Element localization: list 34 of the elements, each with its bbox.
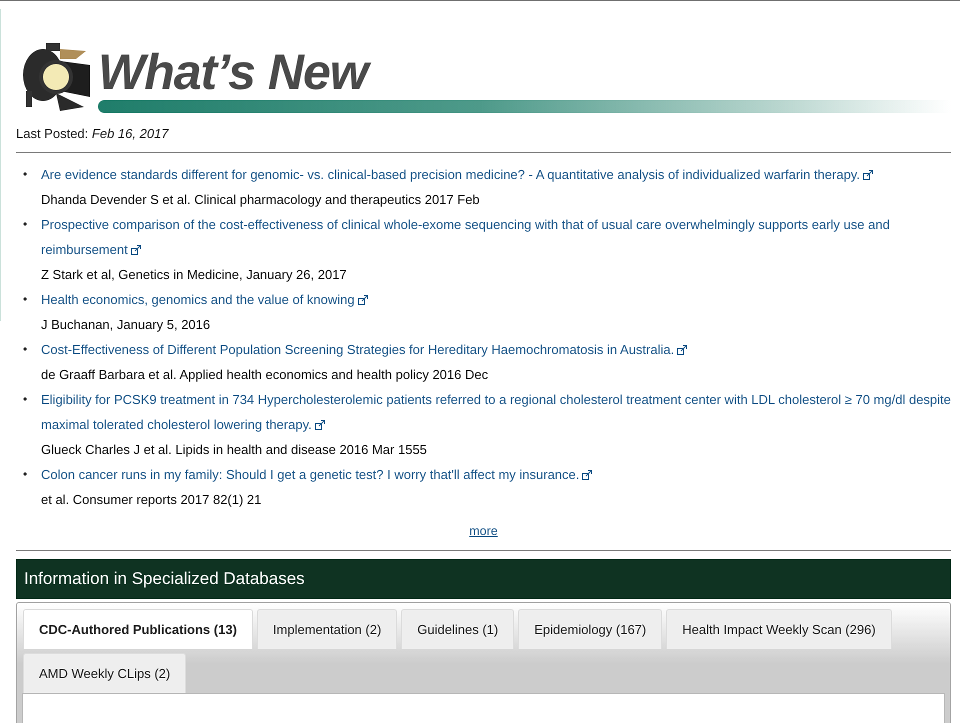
tab[interactable]: Guidelines (1) xyxy=(401,609,514,649)
article-citation: Dhanda Devender S et al. Clinical pharmacology and therapeutics 2017 Feb xyxy=(41,191,481,209)
article-citation: Glueck Charles J et al. Lipids in health and disease 2016 Mar 1555 xyxy=(41,441,428,459)
article-citation: Z Stark et al, Genetics in Medicine, January 26, 2017 xyxy=(41,266,348,284)
article-link[interactable]: Colon cancer runs in my family: Should I get a genetic test? I worry that'll affect my insurance. xyxy=(41,462,951,487)
tab[interactable]: AMD Weekly CLips (2) xyxy=(23,653,186,693)
external-link-icon xyxy=(358,295,368,305)
external-link-icon xyxy=(314,420,325,430)
bullet: • xyxy=(23,466,28,483)
article-citation: et al. Consumer reports 2017 82(1) 21 xyxy=(41,491,262,509)
bullet: • xyxy=(23,341,28,358)
article-link[interactable]: Prospective comparison of the cost-effectiveness of clinical whole-exome sequencing with that of usual care overwhelmingly supports early use and reimbursement xyxy=(41,212,951,262)
external-link-icon xyxy=(862,170,873,180)
section-header: Information in Specialized Databases xyxy=(16,559,951,599)
page-title: What’s New xyxy=(98,46,951,98)
external-link-icon xyxy=(677,345,688,355)
article-link[interactable]: Eligibility for PCSK9 treatment in 734 Hypercholesterolemic patients referred to a regional cholesterol treatment center with LDL cholesterol ≥ 70 mg/dl despite maximal tolerated cholesterol lowering therapy. xyxy=(41,387,951,437)
article-link[interactable]: Health economics, genomics and the value of knowing xyxy=(41,287,951,312)
external-link-icon xyxy=(130,245,141,255)
tab[interactable]: Implementation (2) xyxy=(256,609,398,649)
external-link-icon xyxy=(582,470,592,480)
last-posted-text: Last Posted: Feb 16, 2017 xyxy=(16,126,951,153)
bullet: • xyxy=(23,391,28,408)
bullet: • xyxy=(23,291,28,308)
article-link[interactable]: Are evidence standards different for genomic- vs. clinical-based precision medicine? - A quantitative analysis of individualized warfarin therapy. xyxy=(41,162,951,187)
tab[interactable]: Epidemiology (167) xyxy=(518,609,662,649)
article-link[interactable]: Cost-Effectiveness of Different Population Screening Strategies for Hereditary Haemochromatosis in Australia. xyxy=(41,337,951,362)
bullet: • xyxy=(23,166,28,183)
tab[interactable]: CDC-Authored Publications (13) xyxy=(23,609,253,649)
tab[interactable]: Health Impact Weekly Scan (296) xyxy=(666,609,892,649)
more-link[interactable]: more xyxy=(469,524,498,538)
article-citation: J Buchanan, January 5, 2016 xyxy=(41,316,212,334)
bullet: • xyxy=(23,216,28,233)
article-citation: de Graaff Barbara et al. Applied health economics and health policy 2016 Dec xyxy=(41,366,490,384)
